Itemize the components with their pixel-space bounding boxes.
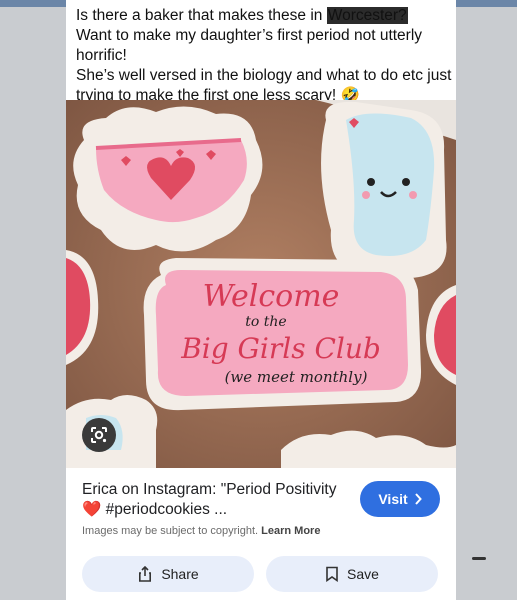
post-line-1: Is there a baker that makes these in Wor… [76, 6, 452, 26]
copyright-text: Images may be subject to copyright. [82, 525, 259, 537]
pad-cookie [321, 101, 447, 279]
result-title[interactable]: Erica on Instagram: "Period Positivity ❤… [82, 480, 342, 520]
google-lens-button[interactable] [82, 418, 116, 452]
save-button[interactable]: Save [266, 556, 438, 592]
chevron-right-icon [414, 493, 422, 505]
share-button[interactable]: Share [82, 556, 254, 592]
share-icon [139, 566, 152, 582]
save-label: Save [347, 566, 379, 582]
visit-label: Visit [378, 491, 408, 507]
post-line-2: Want to make my daughter’s first period … [76, 27, 423, 64]
bookmark-icon [326, 566, 338, 582]
cookie-text-big-girls-club: Big Girls Club [180, 332, 381, 365]
cookies-photo[interactable]: Welcome to the Big Girls Club (we meet m… [66, 100, 456, 468]
highlighted-word: Worcester? [326, 7, 408, 24]
copyright-notice: Images may be subject to copyright. Lear… [82, 525, 320, 537]
post-text: Is there a baker that makes these in Wor… [76, 6, 452, 106]
post-line-1-text: Is there a baker that makes these in [76, 7, 327, 24]
visit-button[interactable]: Visit [360, 481, 440, 517]
cookie-text-we-meet-monthly: (we meet monthly) [225, 368, 368, 386]
cookie-text-welcome: Welcome [203, 279, 340, 314]
google-lens-icon [91, 427, 107, 443]
cookie-text-to-the: to the [245, 314, 286, 330]
learn-more-link[interactable]: Learn More [261, 525, 320, 537]
drag-handle[interactable] [472, 557, 486, 560]
cookies-illustration: Welcome to the Big Girls Club (we meet m… [66, 100, 456, 468]
panties-cookie [73, 106, 263, 252]
post-card: Is there a baker that makes these in Wor… [66, 0, 456, 600]
share-label: Share [161, 566, 199, 582]
welcome-cookie: Welcome to the Big Girls Club (we meet m… [143, 258, 422, 411]
